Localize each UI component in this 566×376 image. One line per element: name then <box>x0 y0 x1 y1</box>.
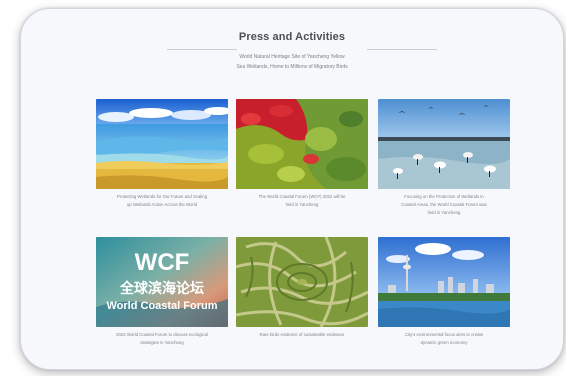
article-caption-line-2[interactable]: dynamic green economy <box>380 339 508 347</box>
article-caption-line-1[interactable]: City's environmental focus aims to creat… <box>380 331 508 339</box>
section-subtitle-line-2: Sea Wetlands, Home to Millions of Migrat… <box>236 64 348 70</box>
article-caption-line-2[interactable]: Coastal Areas, the World Coastal Forum w… <box>380 201 508 209</box>
article-caption-line-3[interactable]: held in Yancheng <box>380 209 508 217</box>
wcf-english-title: World Coastal Forum <box>106 300 217 312</box>
migratory-birds-image[interactable] <box>378 99 510 189</box>
section-header: Press and Activities World Natural Herit… <box>21 9 563 89</box>
article-caption-line-1[interactable]: Protecting Wetlands for Our Future and S… <box>98 193 226 201</box>
press-activities-card: Press and Activities World Natural Herit… <box>20 8 564 370</box>
coastal-wetland-image[interactable] <box>96 99 228 189</box>
section-subtitle-line-1: World Natural Heritage Site of Yancheng … <box>239 54 345 60</box>
article-caption-line-1[interactable]: Rare birds evidence of sustainable endea… <box>238 331 366 339</box>
article-caption-line-1[interactable]: The World Coastal Forum (WCF) 2022 will … <box>238 193 366 201</box>
article-caption-line-2[interactable]: up Wetlands Action Across the World <box>98 201 226 209</box>
wcf-chinese-title: 全球滨海论坛 <box>119 280 204 297</box>
wcf-banner-image[interactable]: WCF 全球滨海论坛 World Coastal Forum <box>96 237 228 327</box>
section-title: Press and Activities <box>238 31 346 43</box>
title-divider-left <box>167 49 237 50</box>
city-skyline-image[interactable] <box>378 237 510 327</box>
article-caption-line-1[interactable]: 2022 World Coastal Forum to discuss ecol… <box>98 331 226 339</box>
article-caption-line-2[interactable]: strategies in Yancheng <box>98 339 226 347</box>
wcf-logo-text: WCF <box>135 249 190 276</box>
article-caption-line-2[interactable]: held in Yancheng <box>238 201 366 209</box>
title-divider-right <box>367 49 437 50</box>
red-wetland-image[interactable] <box>236 99 368 189</box>
aerial-maze-wetland-image[interactable] <box>236 237 368 327</box>
article-caption-line-1[interactable]: Focusing on the Protection of Wetlands i… <box>380 193 508 201</box>
